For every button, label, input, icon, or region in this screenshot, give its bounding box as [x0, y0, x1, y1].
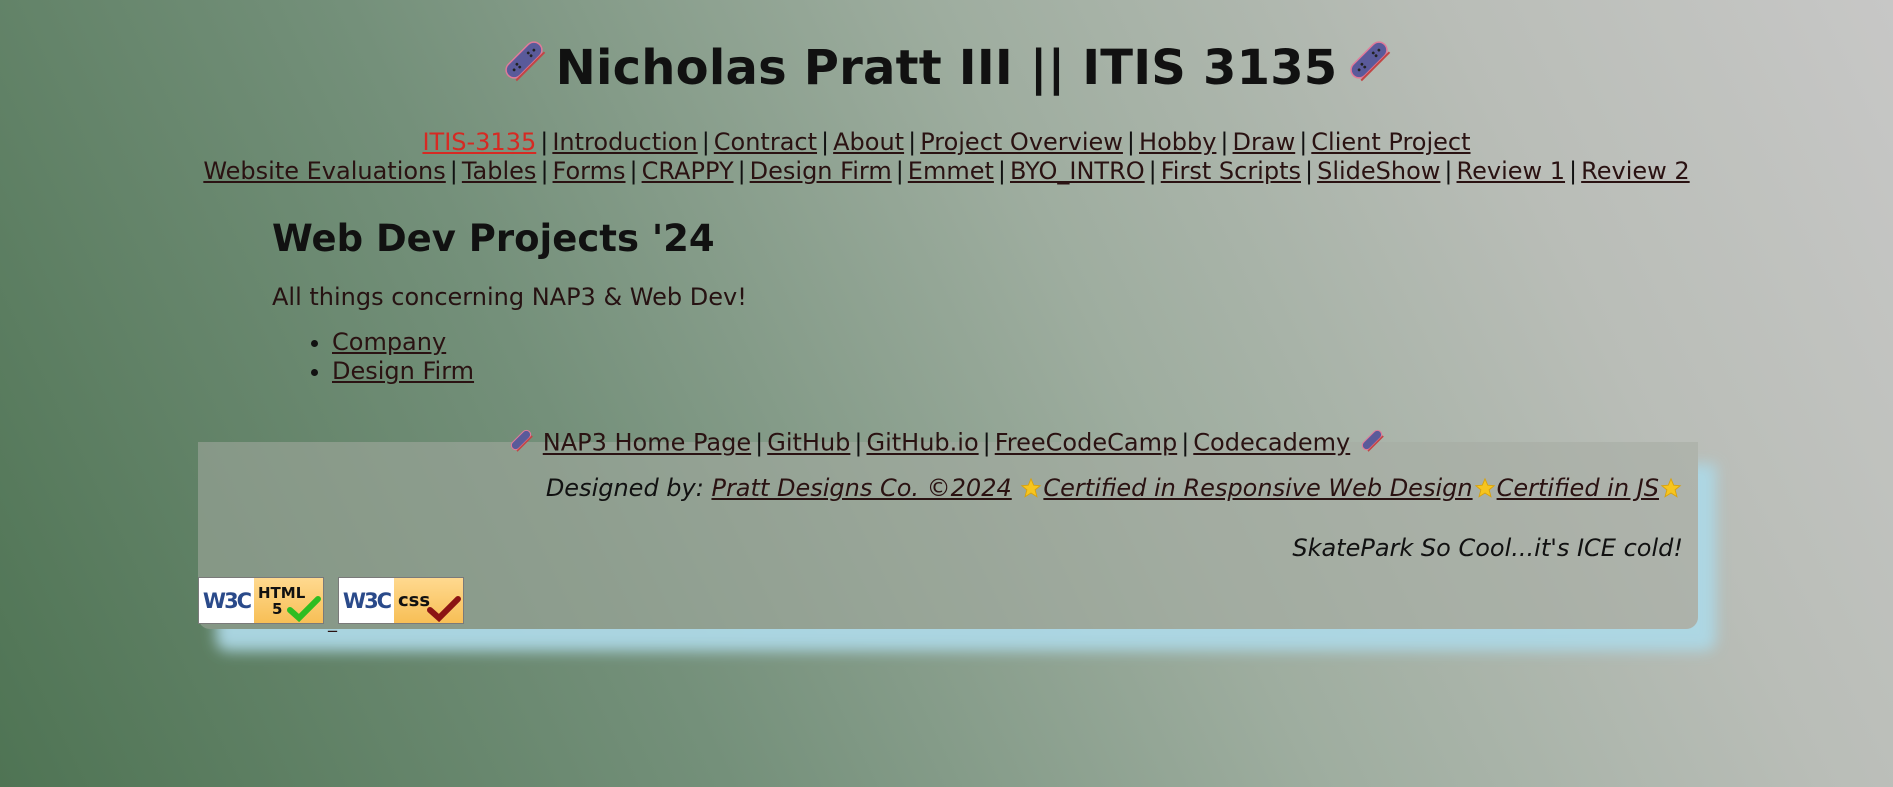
designed-by-label: Designed by: [545, 474, 704, 502]
footer-link-nap3-home[interactable]: NAP3 Home Page [543, 429, 751, 457]
designer-link[interactable]: Pratt Designs Co. ©2024 [711, 474, 1011, 502]
footer-separator: | [982, 428, 991, 457]
footer-links: NAP3 Home Page | GitHub | GitHub.io | FreeCode… [0, 426, 1893, 461]
nav-separator: | [540, 128, 549, 156]
w3c-css-badge[interactable]: W3C css [338, 577, 464, 624]
nav-link-byo-intro[interactable]: BYO_INTRO [1010, 157, 1145, 185]
nav-link-tables[interactable]: Tables [462, 157, 537, 185]
company-link[interactable]: Company [332, 328, 446, 356]
list-item: Design Firm [332, 357, 1572, 386]
nav-separator: | [1126, 128, 1136, 156]
footer-link-github-io[interactable]: GitHub.io [866, 429, 978, 457]
nav-separator: | [997, 157, 1006, 185]
w3c-html5-badge[interactable]: W3C HTML 5 [198, 577, 324, 624]
footer-separator: | [1181, 428, 1190, 457]
nav-link-crappy[interactable]: CRAPPY [642, 157, 734, 185]
link-underscore: _ [328, 612, 337, 633]
skateboard-icon [1343, 34, 1395, 101]
nav-separator: | [629, 157, 638, 185]
nav-separator: | [540, 157, 549, 185]
skateboard-icon [498, 34, 550, 101]
nav-link-contract[interactable]: Contract [714, 128, 817, 156]
list-item: Company [332, 328, 1572, 357]
nav-separator: | [1569, 157, 1578, 185]
footer-link-github[interactable]: GitHub [767, 429, 850, 457]
footer-link-codecademy[interactable]: Codecademy [1193, 429, 1350, 457]
nav-link-forms[interactable]: Forms [553, 157, 626, 185]
nav-row-2: Website Evaluations | Tables | Forms | CRAPPY |… [0, 157, 1893, 186]
nav-link-review-2[interactable]: Review 2 [1581, 157, 1690, 185]
skateboard-icon [507, 426, 535, 461]
nav-row-1: ITIS-3135 | Introduction | Contract | About | Pr… [0, 128, 1893, 157]
html-version: 5 [272, 599, 283, 618]
nav-link-client-project[interactable]: Client Project [1311, 128, 1470, 156]
nav-link-introduction[interactable]: Introduction [552, 128, 697, 156]
nav-separator: | [821, 128, 830, 156]
skateboard-icon [1358, 426, 1386, 461]
main-nav: ITIS-3135 | Introduction | Contract | About | Pr… [0, 128, 1893, 186]
star-icon [1659, 474, 1683, 502]
credits-line: Designed by: Pratt Designs Co. ©2024 Cer… [546, 473, 1683, 503]
nav-separator: | [1444, 157, 1453, 185]
star-icon [1473, 474, 1497, 502]
nav-link-draw[interactable]: Draw [1233, 128, 1296, 156]
page-header: Nicholas Pratt III || ITIS 3135 [0, 34, 1893, 101]
nav-separator: | [449, 157, 458, 185]
page-title-text: Nicholas Pratt III || ITIS 3135 [555, 39, 1338, 96]
tagline: SkatePark So Cool...it's ICE cold! [1292, 534, 1683, 562]
nav-separator: | [1305, 157, 1314, 185]
nav-separator: | [737, 157, 746, 185]
footer-separator: | [755, 428, 764, 457]
nav-separator: | [908, 128, 917, 156]
nav-link-website-evaluations[interactable]: Website Evaluations [203, 157, 445, 185]
nav-link-design-firm[interactable]: Design Firm [750, 157, 892, 185]
star-icon [1019, 474, 1043, 502]
nav-link-hobby[interactable]: Hobby [1139, 128, 1216, 156]
section-heading: Web Dev Projects '24 [272, 217, 715, 260]
nav-separator: | [701, 128, 710, 156]
w3c-logo: W3C [199, 578, 254, 623]
cert-responsive-link[interactable]: Certified in Responsive Web Design [1043, 474, 1472, 502]
w3c-logo: W3C [339, 578, 394, 623]
nav-separator: | [1148, 157, 1157, 185]
nav-separator: | [1299, 128, 1308, 156]
nav-separator: | [895, 157, 904, 185]
nav-link-slideshow[interactable]: SlideShow [1317, 157, 1440, 185]
nav-link-about[interactable]: About [833, 128, 904, 156]
page-title: Nicholas Pratt III || ITIS 3135 [498, 34, 1396, 101]
css-text: css [398, 589, 431, 611]
nav-link-project-overview[interactable]: Project Overview [920, 128, 1123, 156]
project-list: Company Design Firm [272, 328, 1572, 386]
footer-separator: | [854, 428, 863, 457]
main-content: Web Dev Projects '24 All things concerni… [272, 214, 1572, 386]
nav-link-first-scripts[interactable]: First Scripts [1161, 157, 1301, 185]
footer-link-freecodecamp[interactable]: FreeCodeCamp [995, 429, 1177, 457]
check-icon [427, 596, 461, 622]
section-description: All things concerning NAP3 & Web Dev! [272, 283, 747, 311]
cert-js-link[interactable]: Certified in JS [1497, 474, 1659, 502]
nav-separator: | [1220, 128, 1229, 156]
nav-link-review-1[interactable]: Review 1 [1457, 157, 1566, 185]
nav-link-emmet[interactable]: Emmet [908, 157, 994, 185]
check-icon [287, 596, 321, 622]
design-firm-link[interactable]: Design Firm [332, 357, 474, 385]
nav-link-itis-3135[interactable]: ITIS-3135 [422, 128, 536, 156]
